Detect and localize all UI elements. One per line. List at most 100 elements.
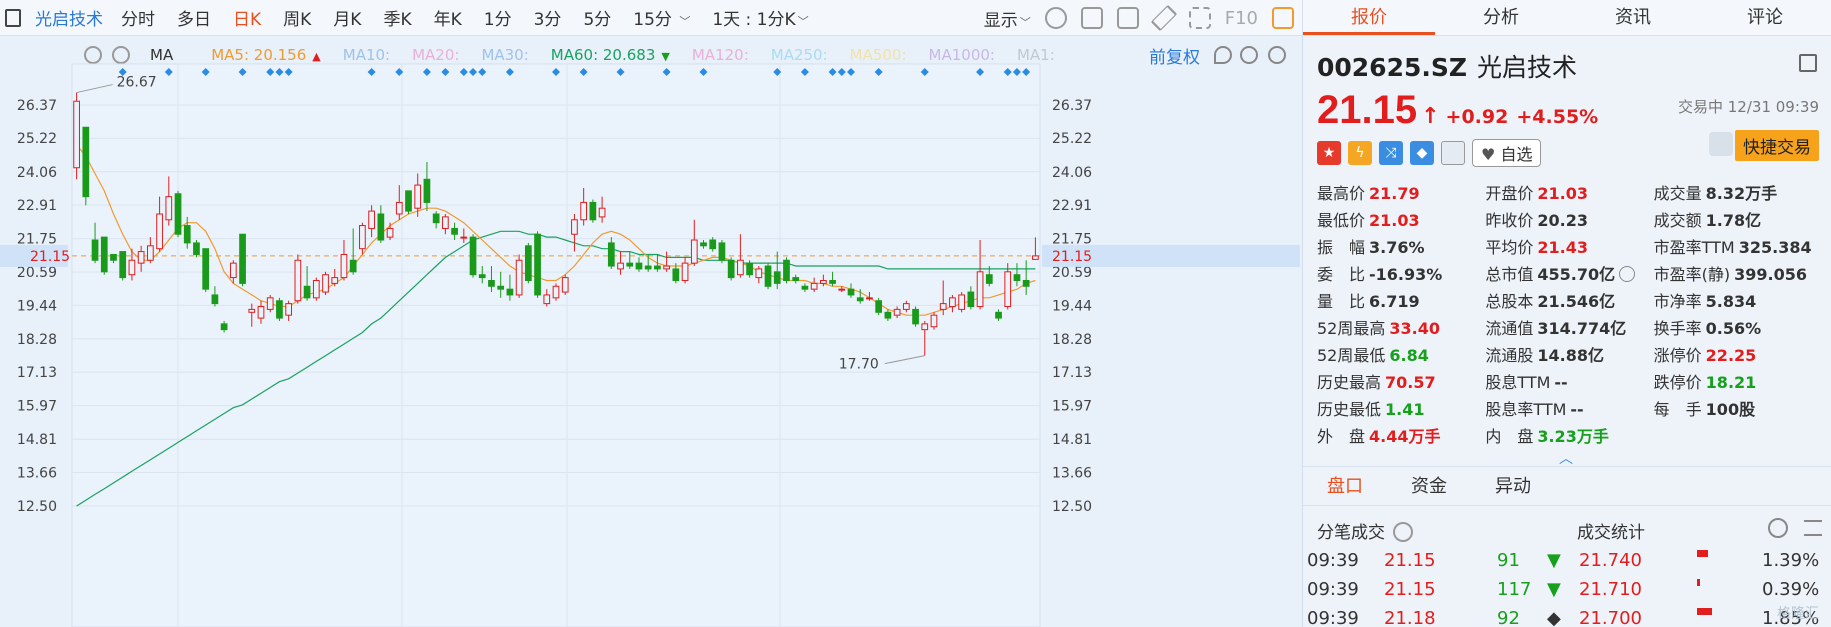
collapse-chevron-icon[interactable]: ︿	[1559, 448, 1573, 468]
candle-body	[1004, 271, 1012, 308]
candle-body	[783, 259, 790, 281]
pencil-icon[interactable]	[1150, 4, 1177, 32]
stat-label: 外 盘	[1317, 426, 1366, 446]
panel-toggle-icon[interactable]	[1272, 7, 1294, 29]
camera-icon[interactable]	[1116, 7, 1139, 29]
stat-value: -16.93%	[1369, 264, 1443, 284]
stat-value: 18.21	[1705, 372, 1757, 392]
tab-orderbook[interactable]: 盘口	[1303, 467, 1387, 505]
candle-body	[930, 314, 938, 328]
y-tick-label-left: 18.28	[17, 332, 57, 348]
tab-period-quarterly[interactable]: 季K	[383, 5, 411, 30]
stat-label: 52周最低	[1317, 345, 1386, 365]
candle-body	[617, 262, 624, 270]
candle-body	[884, 311, 892, 319]
tick-volume: 91	[1497, 550, 1520, 571]
candle-body	[359, 225, 366, 250]
candle-body	[202, 248, 210, 290]
deal-price: 21.710	[1579, 579, 1642, 600]
stat-label: 跌停价	[1653, 372, 1702, 392]
tab-capital[interactable]: 资金	[1387, 467, 1471, 505]
more-icon[interactable]	[1619, 265, 1636, 282]
tab-quote[interactable]: 报价	[1303, 0, 1435, 35]
tab-comments[interactable]: 评论	[1699, 0, 1831, 35]
tab-period-weekly[interactable]: 周K	[283, 5, 311, 30]
candle-body	[303, 285, 311, 299]
sidebar-toggle-icon[interactable]	[5, 8, 21, 27]
f10-button[interactable]: F10	[1225, 8, 1258, 29]
stat-label: 开盘价	[1485, 183, 1534, 203]
kline-chart-area[interactable]: MA MA5: 20.156 ▲ MA10: MA20: MA30: MA60: 20.6…	[0, 36, 1302, 627]
lightning-icon[interactable]: ϟ	[1348, 141, 1372, 165]
candle-body	[755, 268, 763, 279]
stat-row: 历史最高 70.57 股息TTM -- 跌停价 18.21	[1317, 367, 1822, 394]
candle-body	[100, 236, 108, 273]
candle-body	[893, 308, 901, 316]
bell-icon[interactable]	[1709, 132, 1733, 156]
candle-body	[515, 259, 523, 296]
tab-period-15min[interactable]: 15分 ﹀	[633, 5, 690, 30]
stat-label: 振 幅	[1317, 237, 1366, 257]
fullscreen-icon[interactable]	[1188, 7, 1211, 29]
tab-news[interactable]: 资讯	[1567, 0, 1699, 35]
stat-row: 外 盘 4.44万手内 盘 3.23万手	[1317, 421, 1822, 448]
list-icon[interactable]	[1804, 520, 1822, 536]
candle-body	[561, 277, 569, 293]
trade-status: 交易中 12/31 09:39	[1678, 98, 1819, 116]
stat-label: 市盈率(静)	[1653, 264, 1731, 284]
stat-label: 总股本	[1485, 291, 1534, 311]
tick-time: 09:39	[1307, 579, 1359, 600]
stat-label: 市净率	[1653, 291, 1702, 311]
settings-icon[interactable]	[1044, 7, 1067, 29]
tab-alerts[interactable]: 异动	[1471, 467, 1555, 505]
tab-period-daily[interactable]: 日K	[233, 5, 261, 30]
stat-cell: 52周最低 6.84	[1317, 342, 1485, 366]
triangle-down-icon: ▼	[1547, 579, 1561, 600]
candle-body	[985, 274, 993, 284]
note-icon[interactable]	[1799, 54, 1817, 72]
stat-value: 314.774亿	[1537, 318, 1627, 338]
display-menu[interactable]: 显示 ﹀	[984, 6, 1031, 31]
tag-icon[interactable]: ◆	[1410, 141, 1434, 165]
triangle-down-icon: ▼	[1547, 550, 1561, 571]
layout-icon[interactable]	[1080, 7, 1103, 29]
candle-body	[718, 242, 726, 261]
y-tick-label-left: 26.37	[17, 98, 57, 114]
y-tick-label-right: 22.91	[1052, 198, 1092, 214]
bookmark-icon[interactable]	[1441, 141, 1465, 165]
candle-body	[294, 259, 302, 302]
stat-value: 21.43	[1537, 237, 1588, 257]
stat-cell: 最高价 21.79	[1317, 180, 1485, 204]
tab-period-yearly[interactable]: 年K	[434, 5, 462, 30]
tab-period-multiday[interactable]: 多日	[177, 5, 211, 30]
stat-row: 量 比 6.719 总股本 21.546亿 市净率 5.834	[1317, 286, 1822, 313]
candle-body	[534, 233, 541, 296]
stock-name-link[interactable]: 光启技术	[35, 5, 103, 30]
y-tick-label-left: 24.06	[17, 165, 57, 181]
tab-period-5min[interactable]: 5分	[583, 5, 611, 30]
candle-body	[414, 184, 422, 209]
china-flag-icon[interactable]: ★	[1317, 141, 1341, 165]
stat-value: 3.23万手	[1537, 426, 1609, 446]
tab-analysis[interactable]: 分析	[1435, 0, 1567, 35]
tick-volume: 117	[1497, 579, 1532, 600]
tab-period-intraday[interactable]: 分时	[121, 5, 155, 30]
candle-body	[949, 297, 956, 308]
stock-name: 光启技术	[1477, 53, 1578, 82]
candlestick-chart[interactable]: 26.37 26.37 25.22 25.22 24.06 24.06 22.91 22.91…	[0, 36, 1302, 627]
help-icon[interactable]	[1393, 522, 1413, 542]
tab-period-monthly[interactable]: 月K	[333, 5, 361, 30]
candle-body	[607, 242, 615, 267]
stat-cell: 市盈率TTM 325.384	[1654, 234, 1822, 258]
quote-panel: 报价 分析 资讯 评论 002625.SZ 光启技术 21.15 ↑ +0.92 …	[1302, 0, 1831, 627]
range-select[interactable]: 1天 : 1分K ﹀	[712, 5, 808, 30]
range-label: 1天 : 1分K	[712, 10, 796, 30]
tab-period-1min[interactable]: 1分	[484, 5, 512, 30]
stat-value: 325.384	[1738, 237, 1812, 257]
add-favorite-button[interactable]: ♥ 自选	[1472, 139, 1542, 167]
stat-cell: 流通股 14.88亿	[1485, 342, 1653, 366]
quick-trade-button[interactable]: 快捷交易	[1735, 130, 1819, 161]
shuffle-icon[interactable]: ⤨	[1379, 141, 1403, 165]
tab-period-3min[interactable]: 3分	[534, 5, 562, 30]
more-icon[interactable]	[1768, 518, 1788, 538]
